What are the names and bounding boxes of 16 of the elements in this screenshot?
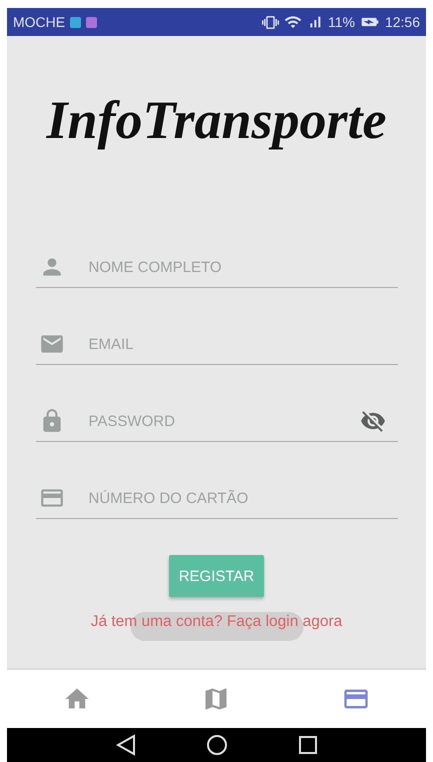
back-button[interactable] (116, 734, 136, 756)
vibrate-icon (262, 14, 279, 30)
recents-button[interactable] (298, 735, 318, 755)
clock: 12:56 (384, 14, 420, 30)
image-icon (86, 16, 98, 28)
login-link[interactable]: Já tem uma conta? Faça login agora (90, 612, 342, 632)
home-button[interactable] (206, 734, 228, 756)
app-logo: InfoTransporte (46, 89, 387, 152)
input-field[interactable]: NOME COMPLETO (86, 258, 398, 276)
app-icon (70, 16, 82, 28)
carrier-name: MOCHE (13, 14, 66, 30)
register-button[interactable]: REGISTAR (169, 555, 264, 597)
input-field[interactable]: PASSWORD (86, 412, 338, 430)
input-field[interactable]: NÚMERO DO CARTÃO (86, 488, 398, 508)
battery-percent: 11% (328, 14, 355, 30)
input-field[interactable]: EMAIL (86, 334, 398, 354)
